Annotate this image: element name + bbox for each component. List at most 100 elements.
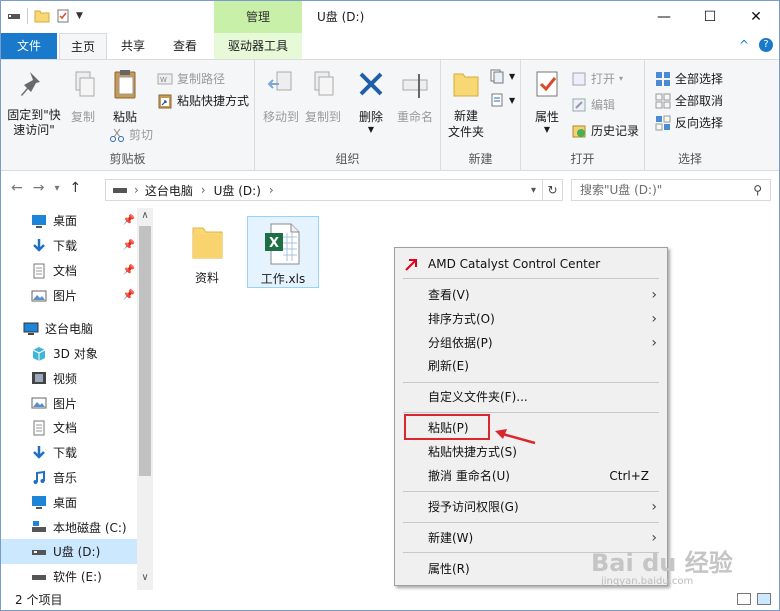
- nav-item-pc[interactable]: U盘 (D:): [1, 539, 137, 565]
- file-item-folder[interactable]: 资料: [171, 216, 243, 286]
- customize-toolbar-icon[interactable]: ▼: [76, 11, 83, 21]
- menu-item-refresh[interactable]: 刷新(E): [395, 355, 667, 377]
- menu-item-grant-access[interactable]: 授予访问权限(G) ›: [395, 496, 667, 518]
- tab-view[interactable]: 查看: [161, 33, 209, 59]
- properties-button[interactable]: 属性 ▼: [527, 68, 567, 134]
- help-icon[interactable]: ?: [759, 38, 773, 52]
- open-icon: [572, 72, 586, 85]
- nav-item-pc[interactable]: 桌面: [1, 490, 137, 515]
- nav-item-pc[interactable]: 3D 对象: [1, 341, 137, 366]
- menu-item-label: 授予访问权限(G): [428, 500, 519, 514]
- select-all-button[interactable]: 全部选择: [655, 70, 723, 87]
- paste-shortcut-button[interactable]: 粘贴快捷方式: [157, 92, 249, 109]
- open-button[interactable]: 打开 ▾: [571, 70, 623, 87]
- nav-item-pc[interactable]: 下载: [1, 440, 137, 465]
- scroll-down-icon[interactable]: ∨: [137, 572, 153, 583]
- delete-button[interactable]: 删除 ▼: [353, 68, 389, 134]
- copy-path-button[interactable]: W 复制路径: [157, 70, 225, 87]
- menu-item-label: 查看(V): [428, 288, 470, 302]
- close-button[interactable]: ✕: [733, 1, 779, 33]
- nav-item-pc[interactable]: 文档: [1, 415, 137, 440]
- menu-shortcut: Ctrl+Z: [609, 469, 649, 483]
- rename-button[interactable]: 重命名: [393, 68, 437, 125]
- nav-item-pc[interactable]: 视频: [1, 366, 137, 391]
- nav-item-quick[interactable]: 下载 📌: [1, 233, 137, 258]
- large-icons-view-icon[interactable]: [757, 593, 771, 605]
- nav-item-quick[interactable]: 文档 📌: [1, 258, 137, 283]
- new-item-button[interactable]: ▼: [489, 68, 515, 84]
- move-to-icon: [267, 71, 292, 91]
- paste-button[interactable]: 粘贴: [105, 68, 145, 125]
- pin-quick-access-button[interactable]: 固定到"快 速访问": [5, 68, 63, 138]
- properties-dropdown-icon[interactable]: ▼: [527, 125, 567, 134]
- tab-drive-tools[interactable]: 驱动器工具: [214, 33, 302, 59]
- menu-item-view[interactable]: 查看(V) ›: [395, 284, 667, 306]
- tab-file[interactable]: 文件: [1, 33, 57, 59]
- drive-icon: [8, 14, 20, 19]
- address-dropdown-icon[interactable]: ▾: [531, 185, 536, 196]
- select-group-label: 选择: [677, 152, 702, 166]
- menu-item-group[interactable]: 分组依据(P) ›: [395, 332, 667, 354]
- minimize-button[interactable]: —: [641, 1, 687, 33]
- nav-item-quick[interactable]: 桌面 📌: [1, 208, 137, 233]
- nav-item-pc[interactable]: 音乐: [1, 465, 137, 490]
- caption-buttons: — ☐ ✕: [641, 1, 779, 33]
- invert-selection-button[interactable]: 反向选择: [655, 114, 723, 131]
- svg-text:X: X: [269, 236, 279, 251]
- edit-button[interactable]: 编辑: [571, 96, 615, 113]
- nav-item-this-pc[interactable]: 这台电脑: [1, 316, 137, 341]
- select-none-label: 全部取消: [675, 94, 724, 108]
- nav-item-quick[interactable]: 图片 📌: [1, 283, 137, 308]
- recent-dropdown-icon[interactable]: ▾: [54, 180, 59, 198]
- menu-item-sort[interactable]: 排序方式(O) ›: [395, 308, 667, 330]
- download-icon: [33, 238, 45, 252]
- pin-icon[interactable]: 📌: [123, 265, 135, 276]
- manage-context-tab[interactable]: 管理: [214, 1, 302, 33]
- history-icon: [572, 125, 586, 137]
- copy-button[interactable]: 复制: [63, 68, 103, 125]
- search-input[interactable]: 搜索"U盘 (D:)" ⚲: [571, 179, 771, 201]
- move-to-button[interactable]: 移动到: [261, 68, 301, 125]
- pin-icon[interactable]: 📌: [123, 290, 135, 301]
- copy-to-button[interactable]: 复制到: [303, 68, 343, 125]
- search-icon[interactable]: ⚲: [753, 180, 762, 200]
- breadcrumb-this-pc[interactable]: 这台电脑: [145, 182, 193, 199]
- scroll-up-icon[interactable]: ∧: [137, 210, 153, 221]
- back-icon[interactable]: ←: [11, 180, 23, 198]
- nav-item-pc[interactable]: 本地磁盘 (C:): [1, 515, 137, 540]
- new-folder-button[interactable]: 新建 文件夹: [443, 68, 489, 140]
- watermark-logo: Bai du 经验: [591, 549, 733, 577]
- history-button[interactable]: 历史记录: [571, 122, 639, 139]
- organize-group-label: 组织: [335, 152, 360, 166]
- pin-icon[interactable]: 📌: [123, 215, 135, 226]
- details-view-icon[interactable]: [737, 593, 751, 605]
- cut-button[interactable]: 剪切: [109, 126, 153, 143]
- pin-icon[interactable]: 📌: [123, 240, 135, 251]
- scrollbar-thumb[interactable]: [139, 226, 151, 476]
- nav-item-label: 本地磁盘 (C:): [53, 520, 127, 535]
- properties-icon[interactable]: [56, 9, 70, 23]
- nav-scrollbar[interactable]: ∧ ∨: [137, 208, 153, 590]
- nav-item-pc[interactable]: 软件 (E:): [1, 564, 137, 589]
- up-icon[interactable]: ↑: [70, 180, 82, 198]
- nav-item-pc[interactable]: 图片: [1, 391, 137, 416]
- collapse-ribbon-icon[interactable]: ^: [739, 38, 749, 52]
- maximize-button[interactable]: ☐: [687, 1, 733, 33]
- menu-item-amd[interactable]: AMD Catalyst Control Center: [395, 253, 667, 275]
- easy-access-button[interactable]: ▼: [489, 92, 515, 108]
- folder-icon[interactable]: [34, 9, 50, 23]
- navigation-buttons: ← → ▾ ↑: [11, 180, 81, 198]
- address-bar[interactable]: › 这台电脑 › U盘 (D:) › ▾ ↻: [105, 179, 563, 201]
- refresh-icon[interactable]: ↻: [542, 180, 562, 200]
- select-none-button[interactable]: 全部取消: [655, 92, 723, 109]
- delete-dropdown-icon[interactable]: ▼: [353, 125, 389, 134]
- tab-home[interactable]: 主页: [59, 33, 107, 60]
- file-item-excel[interactable]: X 工作.xls: [247, 216, 319, 288]
- 3d-objects-icon: [32, 346, 46, 361]
- paste-shortcut-label: 粘贴快捷方式: [177, 94, 250, 108]
- tab-share[interactable]: 共享: [109, 33, 157, 59]
- menu-item-customize[interactable]: 自定义文件夹(F)...: [395, 386, 667, 408]
- menu-item-undo-rename[interactable]: 撤消 重命名(U) Ctrl+Z: [395, 465, 667, 487]
- forward-icon[interactable]: →: [33, 180, 45, 198]
- breadcrumb-drive[interactable]: U盘 (D:): [214, 182, 261, 199]
